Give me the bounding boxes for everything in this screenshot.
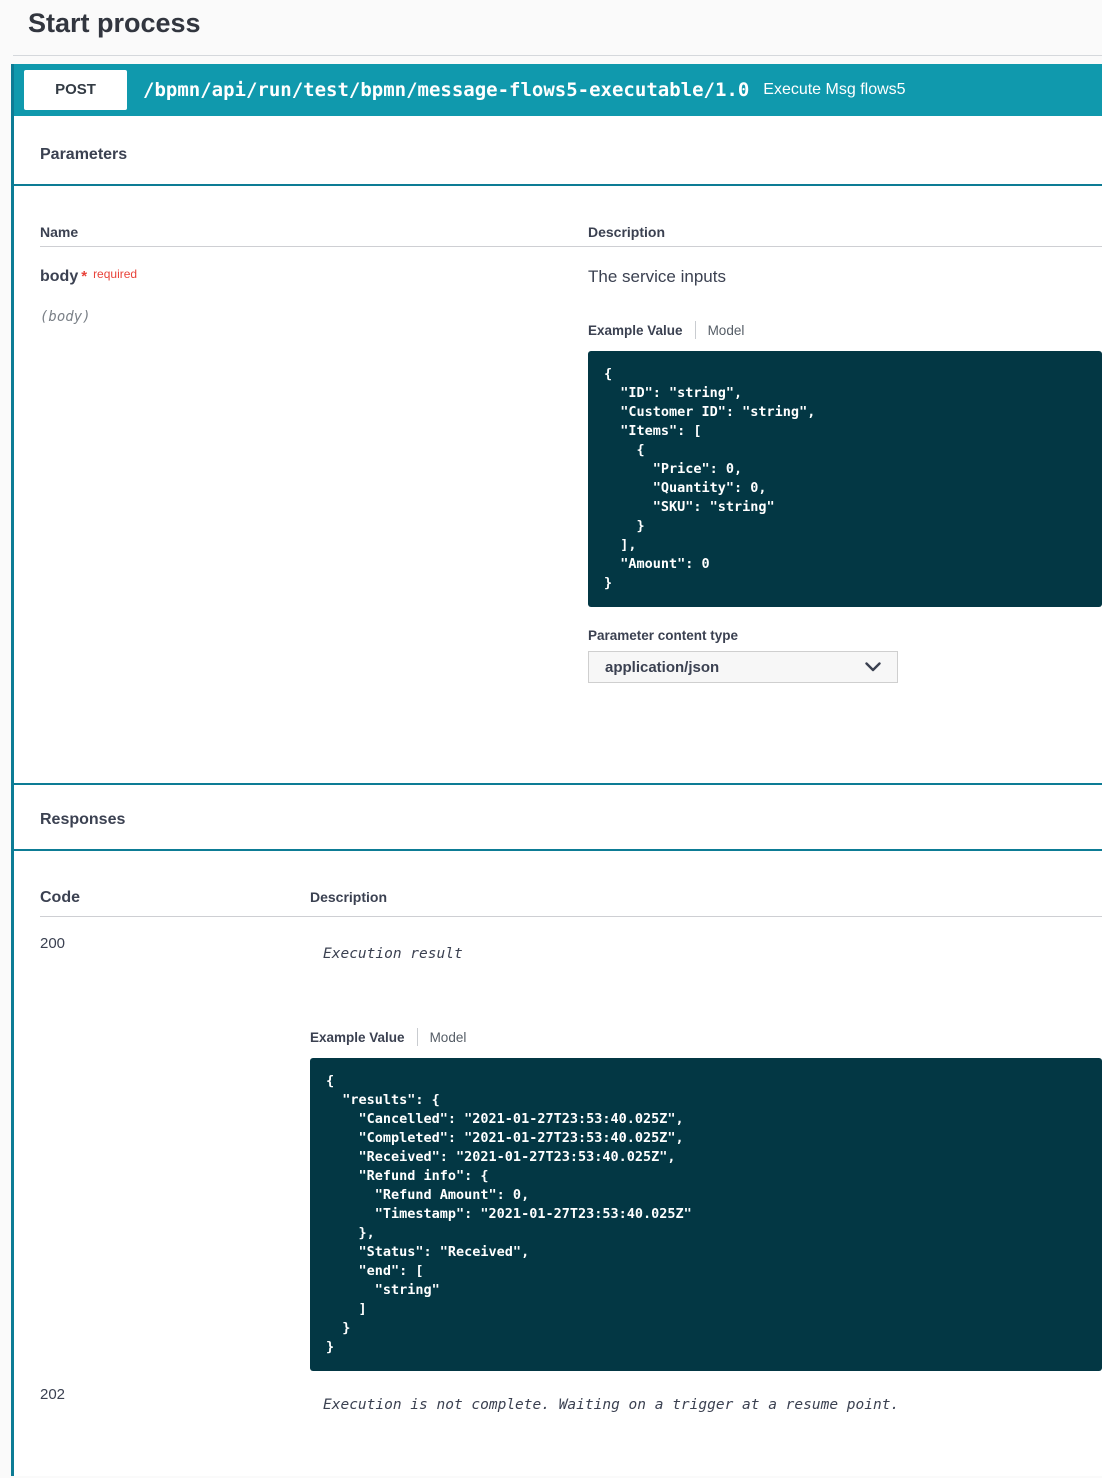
required-label: required xyxy=(93,267,137,281)
responses-section-header: Responses xyxy=(14,783,1102,851)
chevron-down-icon xyxy=(865,662,881,672)
response-description: Execution result xyxy=(310,946,1102,962)
parameters-section-header: Parameters xyxy=(14,116,1102,186)
parameter-description: The service inputs xyxy=(588,267,1102,287)
response-description: Execution is not complete. Waiting on a … xyxy=(310,1397,1102,1413)
opblock-post: POST /bpmn/api/run/test/bpmn/message-flo… xyxy=(11,64,1102,1476)
response-row-202: 202 Execution is not complete. Waiting o… xyxy=(40,1386,1102,1413)
parameter-row-body: body* required (body) The service inputs … xyxy=(40,267,1102,683)
page-title: Start process xyxy=(0,0,1102,51)
tab-divider xyxy=(417,1028,418,1046)
request-example-json-code: { "ID": "string", "Customer ID": "string… xyxy=(588,351,1102,607)
response-example-json-code: { "results": { "Cancelled": "2021-01-27T… xyxy=(310,1058,1102,1371)
response-description-cell: Execution is not complete. Waiting on a … xyxy=(310,1386,1102,1413)
tab-divider xyxy=(695,321,696,339)
tab-example-value[interactable]: Example Value xyxy=(310,1030,405,1045)
response-code: 202 xyxy=(40,1386,310,1413)
endpoint-summary-bar[interactable]: POST /bpmn/api/run/test/bpmn/message-flo… xyxy=(14,64,1102,116)
response-row-200: 200 Execution result Example Value Model… xyxy=(40,935,1102,1371)
parameter-name: body xyxy=(40,268,78,285)
responses-table: Code Description 200 Execution result Ex… xyxy=(14,889,1102,1443)
endpoint-summary-text: Execute Msg flows5 xyxy=(763,81,905,99)
response-code: 200 xyxy=(40,935,310,1371)
tab-model[interactable]: Model xyxy=(708,323,745,338)
title-divider xyxy=(13,55,1102,56)
tab-example-value[interactable]: Example Value xyxy=(588,323,683,338)
response-description-column-header: Description xyxy=(310,889,1102,907)
parameter-name-cell: body* required (body) xyxy=(40,267,588,683)
required-asterisk: * xyxy=(81,268,87,285)
example-model-tabs: Example Value Model xyxy=(310,1028,1102,1046)
content-type-selected-value: application/json xyxy=(605,659,719,676)
parameters-table: Name Description body* required (body) Th… xyxy=(14,224,1102,783)
parameter-type: (body) xyxy=(40,309,588,325)
parameter-content-type-label: Parameter content type xyxy=(588,628,1102,643)
response-description-cell: Execution result Example Value Model { "… xyxy=(310,935,1102,1371)
name-column-header: Name xyxy=(40,224,588,240)
tab-model[interactable]: Model xyxy=(430,1030,467,1045)
parameter-description-cell: The service inputs Example Value Model {… xyxy=(588,267,1102,683)
description-column-header: Description xyxy=(588,224,1102,240)
parameters-table-header: Name Description xyxy=(40,224,1102,247)
code-column-header: Code xyxy=(40,889,310,907)
http-method-badge: POST xyxy=(24,70,127,110)
responses-table-header: Code Description xyxy=(40,889,1102,917)
content-type-select[interactable]: application/json xyxy=(588,651,898,683)
endpoint-path[interactable]: /bpmn/api/run/test/bpmn/message-flows5-e… xyxy=(143,79,749,101)
example-model-tabs: Example Value Model xyxy=(588,321,1102,339)
